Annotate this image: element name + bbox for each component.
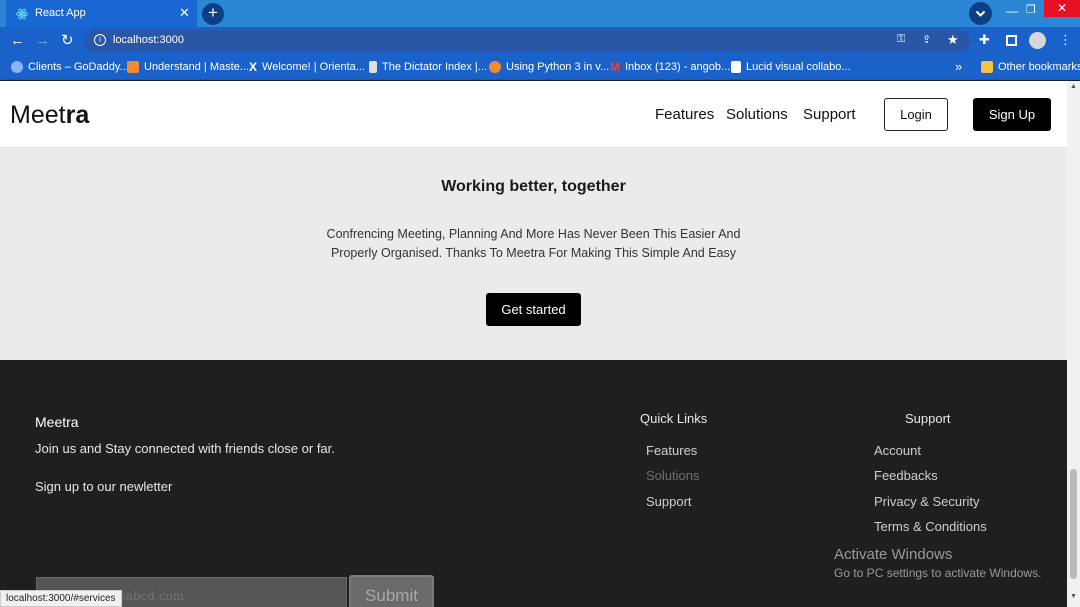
- get-started-button[interactable]: Get started: [486, 293, 581, 326]
- tab-title: React App: [35, 7, 86, 19]
- support-title: Support: [905, 411, 951, 426]
- footer-link-privacy[interactable]: Privacy & Security: [874, 494, 979, 509]
- bookmark-label: Inbox (123) - angob...: [625, 61, 731, 73]
- close-tab-icon[interactable]: ✕: [179, 5, 190, 21]
- newsletter-label: Sign up to our newletter: [35, 479, 173, 494]
- forward-icon[interactable]: →: [35, 32, 50, 49]
- site-navbar: Meetra Features Solutions Support Login …: [0, 81, 1067, 148]
- status-bar-url: localhost:3000/#services: [0, 590, 122, 607]
- folder-icon: [981, 61, 993, 73]
- hero-section: Working better, together Confrencing Mee…: [0, 148, 1067, 360]
- scroll-down-icon[interactable]: ▼: [1070, 593, 1077, 600]
- key-icon[interactable]: ⚿: [897, 33, 905, 46]
- windows-activation-title: Activate Windows: [834, 546, 953, 563]
- newsletter-submit-button[interactable]: Submit: [349, 575, 434, 607]
- bookmark-item[interactable]: Clients – GoDaddy...: [11, 60, 129, 74]
- login-button[interactable]: Login: [884, 98, 948, 131]
- x-icon: X: [249, 60, 258, 74]
- info-icon[interactable]: i: [94, 34, 106, 46]
- hero-description-line-2: Properly Organised. Thanks To Meetra For…: [330, 246, 737, 260]
- address-bar[interactable]: i localhost:3000 ⚿ ⇪ ★: [85, 30, 970, 52]
- menu-icon[interactable]: ⋮: [1059, 32, 1072, 48]
- bookmark-label: The Dictator Index |...: [382, 61, 487, 73]
- godaddy-icon: [11, 61, 23, 73]
- footer-link-solutions[interactable]: Solutions: [646, 468, 699, 483]
- c-icon: [127, 61, 139, 73]
- logo-bold-text: ra: [65, 101, 90, 129]
- bookmark-item[interactable]: M Inbox (123) - angob...: [610, 60, 730, 74]
- other-bookmarks-label: Other bookmarks: [998, 61, 1080, 73]
- signup-button[interactable]: Sign Up: [973, 98, 1051, 131]
- quick-links-title: Quick Links: [640, 411, 708, 426]
- bookmark-label: Welcome! | Orienta...: [262, 61, 365, 73]
- footer-link-support[interactable]: Support: [646, 494, 692, 509]
- browser-tab[interactable]: React App ✕: [6, 0, 197, 27]
- site-logo[interactable]: Meetra: [10, 101, 89, 130]
- footer-link-feedbacks[interactable]: Feedbacks: [874, 468, 938, 483]
- share-icon[interactable]: ⇪: [922, 33, 931, 46]
- back-icon[interactable]: ←: [10, 32, 25, 49]
- bookmark-item[interactable]: Using Python 3 in v...: [489, 60, 609, 74]
- page-scrollbar[interactable]: ▲ ▼: [1067, 81, 1080, 607]
- scroll-up-icon[interactable]: ▲: [1070, 83, 1077, 90]
- footer-tagline: Join us and Stay connected with friends …: [35, 441, 335, 456]
- close-window-button[interactable]: ✕: [1044, 0, 1080, 17]
- site-footer: Meetra Join us and Stay connected with f…: [0, 360, 1067, 607]
- browser-tab-bar: React App ✕ + — ❐ ✕: [0, 0, 1080, 27]
- restore-icon[interactable]: ❐: [1026, 3, 1036, 16]
- nav-link-solutions[interactable]: Solutions: [726, 106, 788, 123]
- bookmark-label: Lucid visual collabo...: [746, 61, 851, 73]
- react-icon: [16, 7, 28, 20]
- new-tab-button[interactable]: +: [202, 3, 224, 25]
- tab-search-button[interactable]: [969, 2, 992, 25]
- bookmark-label: Using Python 3 in v...: [506, 61, 610, 73]
- footer-link-account[interactable]: Account: [874, 443, 921, 458]
- star-icon[interactable]: ★: [947, 32, 959, 48]
- nav-link-support[interactable]: Support: [803, 106, 856, 123]
- bookmark-item[interactable]: Understand | Maste...: [127, 60, 249, 74]
- bookmark-label: Understand | Maste...: [144, 61, 249, 73]
- footer-link-terms[interactable]: Terms & Conditions: [874, 519, 987, 534]
- python-icon: [489, 61, 501, 73]
- other-bookmarks[interactable]: Other bookmarks: [981, 60, 1080, 74]
- extensions-icon[interactable]: ✚: [979, 32, 990, 48]
- lucid-icon: [731, 61, 741, 73]
- footer-link-features[interactable]: Features: [646, 443, 697, 458]
- url-text: localhost:3000: [113, 34, 184, 46]
- bookmarks-overflow-icon[interactable]: »: [955, 59, 962, 74]
- bookmark-item[interactable]: Lucid visual collabo...: [731, 60, 851, 74]
- footer-brand: Meetra: [35, 414, 79, 430]
- page-viewport: Meetra Features Solutions Support Login …: [0, 81, 1067, 607]
- hero-title: Working better, together: [441, 178, 626, 195]
- scrollbar-thumb[interactable]: [1070, 469, 1077, 579]
- gmail-icon: M: [610, 60, 620, 74]
- browser-toolbar: ← → ↻ i localhost:3000 ⚿ ⇪ ★ ✚ ⋮: [0, 27, 1080, 55]
- bookmark-item[interactable]: The Dictator Index |...: [369, 60, 487, 74]
- nav-link-features[interactable]: Features: [655, 106, 714, 123]
- minimize-icon[interactable]: —: [1006, 4, 1018, 18]
- bookmark-label: Clients – GoDaddy...: [28, 61, 129, 73]
- profile-avatar-icon[interactable]: [1029, 32, 1046, 49]
- windows-activation-subtitle: Go to PC settings to activate Windows.: [834, 566, 1042, 580]
- dictator-icon: [369, 61, 377, 73]
- side-panel-icon[interactable]: [1006, 35, 1017, 46]
- hero-description-line-1: Confrencing Meeting, Planning And More H…: [326, 227, 741, 241]
- reload-icon[interactable]: ↻: [61, 31, 74, 49]
- logo-light-text: Meet: [10, 101, 66, 129]
- bookmark-item[interactable]: X Welcome! | Orienta...: [249, 60, 365, 74]
